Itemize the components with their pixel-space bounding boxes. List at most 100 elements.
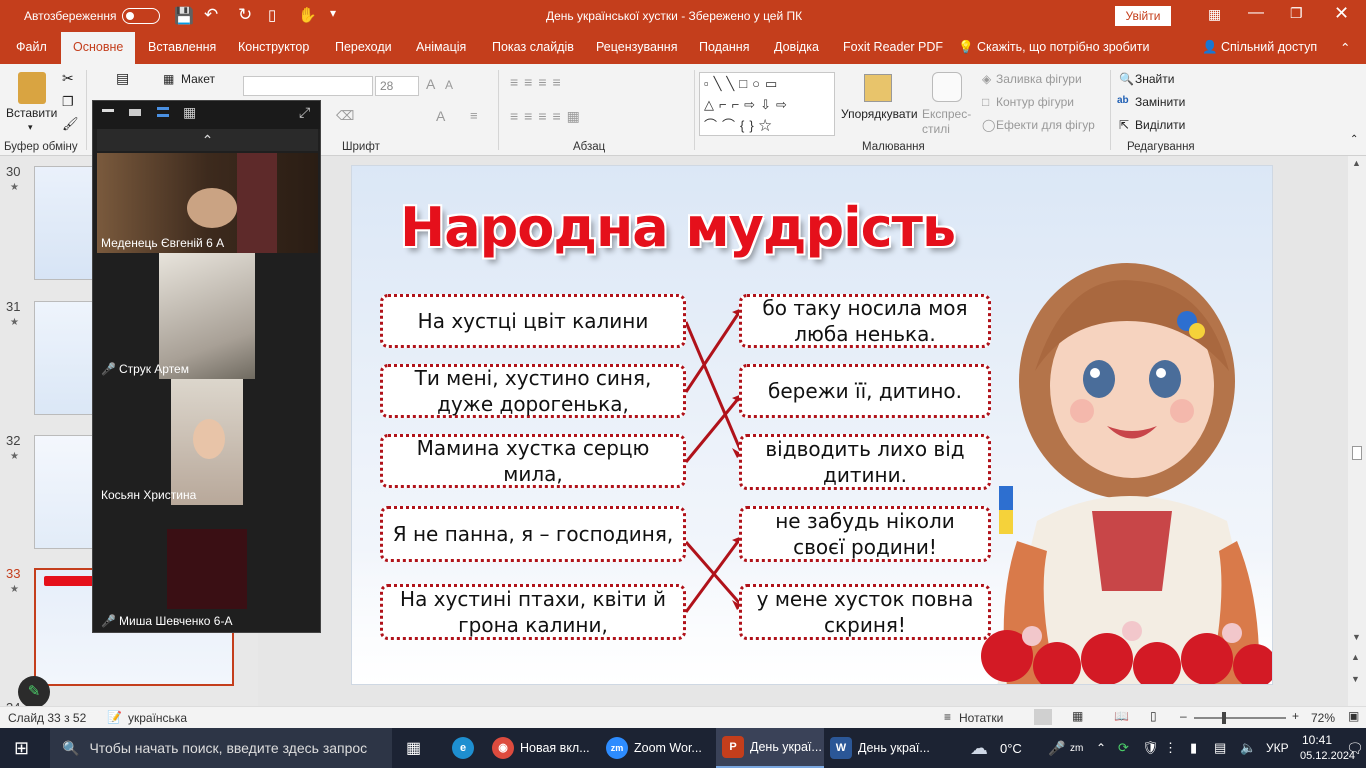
left-proverb-3[interactable]: Мамина хустка серцю мила, <box>380 434 686 488</box>
tab-transitions[interactable]: Переходи <box>335 40 392 54</box>
cut-icon[interactable]: ✂ <box>62 70 74 87</box>
weather-temp[interactable]: 0°C <box>1000 728 1022 768</box>
quick-styles-button[interactable]: Експрес-стилі <box>922 107 974 137</box>
volume-icon[interactable]: 🔈 <box>1240 728 1256 768</box>
spellcheck-icon[interactable]: 📝 <box>107 710 122 724</box>
network-icon[interactable]: ▤ <box>1214 728 1226 768</box>
fit-to-window-icon[interactable]: ▣ <box>1348 709 1359 723</box>
clear-format-icon[interactable]: ⌫ <box>336 108 354 124</box>
left-proverb-2[interactable]: Ти мені, хустино синя, дуже дорогенька, <box>380 364 686 418</box>
tell-me-search[interactable]: Скажіть, що потрібно зробити <box>977 40 1150 54</box>
bullets-icon[interactable]: ≡≡≡≡ <box>510 74 567 90</box>
redo-icon[interactable]: ↻ <box>238 5 252 25</box>
format-painter-icon[interactable]: 🖌 <box>62 116 79 132</box>
tab-insert[interactable]: Вставлення <box>148 40 216 54</box>
arrange-button[interactable]: Упорядкувати <box>841 107 918 121</box>
right-proverb-5[interactable]: у мене хусток повна скриня! <box>739 584 991 640</box>
collapse-ribbon-icon[interactable]: ⌃ <box>1350 134 1358 145</box>
weather-icon[interactable]: ☁ <box>970 728 988 768</box>
font-name-field[interactable] <box>243 76 373 96</box>
tab-foxit[interactable]: Foxit Reader PDF <box>843 40 943 54</box>
edge-icon[interactable]: e <box>452 728 480 768</box>
normal-view-icon[interactable] <box>1034 709 1052 725</box>
reading-view-icon[interactable]: 📖 <box>1114 709 1129 723</box>
tab-file[interactable]: Файл <box>16 40 47 54</box>
security-icon[interactable]: 🛡 <box>1142 728 1159 768</box>
sign-in-button[interactable]: Увійти <box>1115 6 1171 26</box>
slideshow-icon[interactable]: ▯ <box>1150 709 1157 723</box>
slide-sorter-icon[interactable]: ▦ <box>1072 709 1083 723</box>
taskbar-app-zoom[interactable]: zm Zoom Wor... <box>606 728 714 768</box>
microphone-icon[interactable]: 🎤 <box>1048 728 1065 768</box>
touch-mode-icon[interactable]: ✋ <box>298 6 317 24</box>
undo-icon[interactable]: ↶ <box>204 5 218 25</box>
collapse-ribbon-icon[interactable]: ⌃ <box>1340 40 1350 55</box>
select-button[interactable]: Виділити <box>1135 118 1185 132</box>
decrease-font-icon[interactable]: A <box>445 78 453 92</box>
left-proverb-4[interactable]: Я не панна, я – господиня, <box>380 506 686 562</box>
font-size-field[interactable]: 28 <box>375 76 419 96</box>
windows-start-icon[interactable]: ⊞ <box>14 728 29 768</box>
taskbar-app-powerpoint[interactable]: P День украї... <box>716 728 824 768</box>
view-icon[interactable] <box>129 109 141 116</box>
zoom-slider-thumb[interactable] <box>1222 712 1226 724</box>
tray-chevron-icon[interactable]: ⌃ <box>1096 728 1106 768</box>
notes-button[interactable]: Нотатки <box>959 711 1003 725</box>
arrange-icon[interactable] <box>864 74 892 102</box>
battery-icon[interactable]: ▮ <box>1190 728 1197 768</box>
shape-fill-button[interactable]: Заливка фігури <box>996 72 1082 86</box>
tab-design[interactable]: Конструктор <box>238 40 309 54</box>
pen-icon[interactable]: ✎ <box>18 676 50 708</box>
zoom-tray-icon[interactable]: zm <box>1070 728 1083 768</box>
shape-outline-button[interactable]: Контур фігури <box>996 95 1074 109</box>
quick-styles-icon[interactable] <box>932 72 962 102</box>
scroll-up-icon[interactable]: ⌃ <box>97 129 318 151</box>
slide[interactable]: Народна мудрість На хустці цвіт калини Т… <box>351 165 1273 685</box>
right-proverb-2[interactable]: бережи її, дитино. <box>739 364 991 418</box>
layout-button[interactable]: Макет <box>181 72 215 86</box>
font-color-icon[interactable]: A <box>436 108 445 124</box>
right-proverb-4[interactable]: не забудь ніколи своєї родини! <box>739 506 991 562</box>
find-button[interactable]: Знайти <box>1135 72 1174 86</box>
minimize-icon[interactable] <box>102 109 114 112</box>
tab-review[interactable]: Рецензування <box>596 40 677 54</box>
task-view-icon[interactable]: ▦ <box>406 728 421 768</box>
minimize-button[interactable]: — <box>1248 4 1264 22</box>
scroll-up-icon[interactable]: ▲ <box>1352 158 1361 168</box>
present-from-start-icon[interactable]: ▯ <box>268 6 276 24</box>
tab-slideshow[interactable]: Показ слайдів <box>492 40 574 54</box>
tab-animations[interactable]: Анімація <box>416 40 466 54</box>
taskbar-app-chrome[interactable]: ◉ Новая вкл... <box>492 728 600 768</box>
save-icon[interactable]: 💾 <box>174 6 194 26</box>
zoom-slider[interactable] <box>1194 717 1286 719</box>
shape-effects-button[interactable]: Ефекти для фігур <box>996 118 1095 132</box>
shape-fill-icon[interactable]: ◈ <box>982 72 991 86</box>
paste-dropdown-icon[interactable]: ▾ <box>28 122 33 133</box>
sync-icon[interactable]: ⟳ <box>1118 728 1129 768</box>
shape-outline-icon[interactable]: □ <box>982 95 989 109</box>
tab-home[interactable]: Основне <box>61 32 136 64</box>
right-proverb-1[interactable]: бо таку носила моя люба ненька. <box>739 294 991 348</box>
language-indicator[interactable]: українська <box>128 711 187 725</box>
usb-icon[interactable]: ⋮ <box>1164 728 1177 768</box>
clipboard-icon[interactable] <box>18 72 46 104</box>
close-button[interactable]: ✕ <box>1334 3 1349 24</box>
left-proverb-5[interactable]: На хустині птахи, квіти й грона калини, <box>380 584 686 640</box>
zoom-gallery-window[interactable]: ▦ ⤢ ⌃ Меденець Євгеній 6 А 🎤 Струк Артем… <box>92 100 321 633</box>
zoom-out-icon[interactable]: – <box>1180 709 1187 723</box>
restore-button[interactable]: ❐ <box>1290 5 1303 22</box>
zoom-in-icon[interactable]: + <box>1292 709 1299 723</box>
previous-slide-icon[interactable]: ▲ <box>1351 652 1360 662</box>
speaker-view-icon[interactable] <box>157 107 169 117</box>
scroll-thumb[interactable] <box>1352 446 1362 460</box>
notifications-icon[interactable]: 🗨 <box>1346 728 1364 768</box>
tab-help[interactable]: Довідка <box>774 40 819 54</box>
autosave-toggle[interactable] <box>122 8 160 24</box>
ribbon-display-icon[interactable]: ▦ <box>1208 6 1221 23</box>
customize-qat-icon[interactable]: ▾ <box>330 6 336 20</box>
shapes-gallery[interactable]: ▫╲╲□○▭ △⌐⌐⇨⇩⇨ ⌒⌒{}☆ <box>699 72 835 136</box>
align-icons[interactable]: ≡≡≡≡▦ <box>510 108 586 125</box>
increase-font-icon[interactable]: A <box>426 76 435 92</box>
taskbar-app-word[interactable]: W День украї... <box>830 728 940 768</box>
copy-icon[interactable]: ❐ <box>62 94 74 110</box>
